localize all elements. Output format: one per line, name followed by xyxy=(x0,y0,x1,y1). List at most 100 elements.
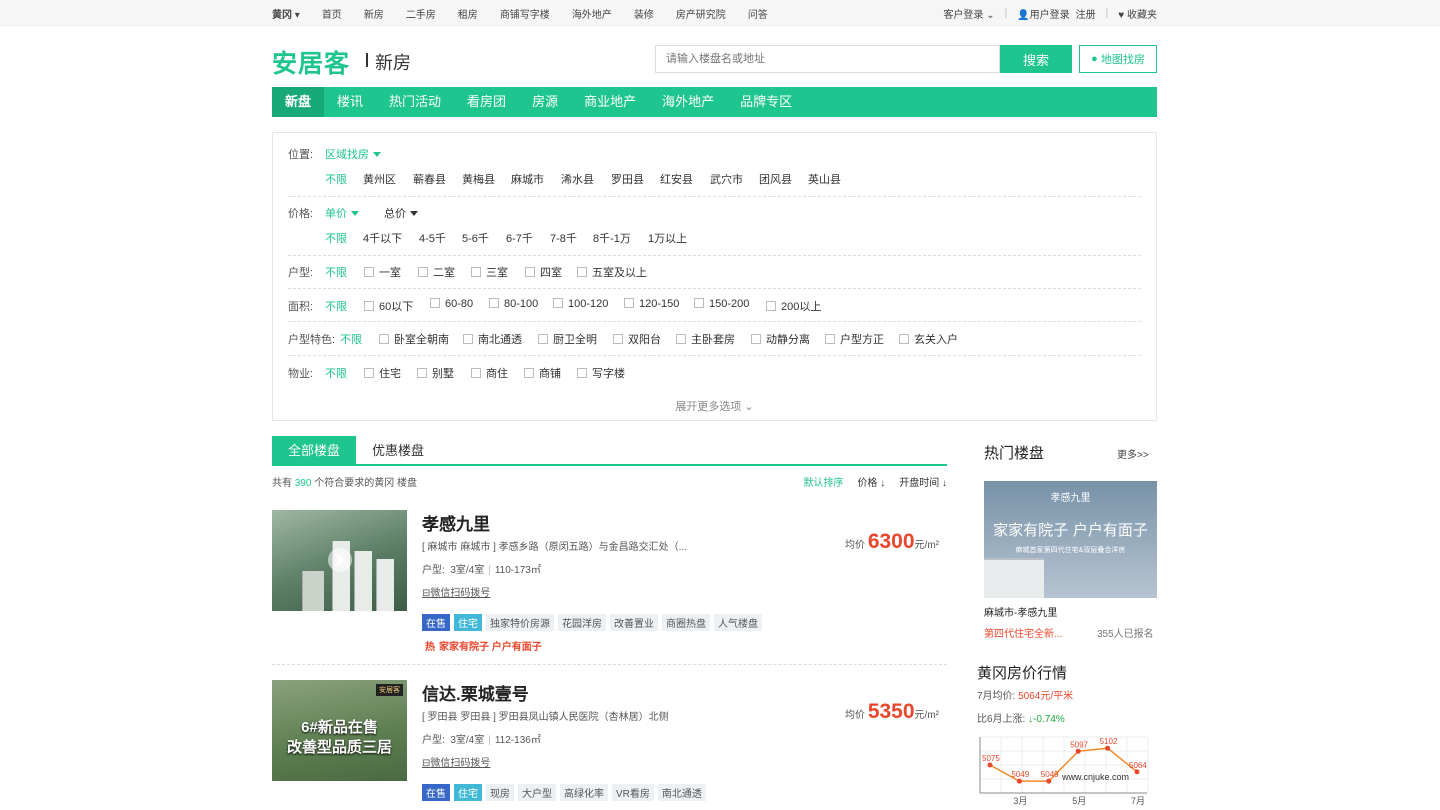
region-mode-dropdown[interactable]: 区域找房 xyxy=(325,146,381,162)
filter-option[interactable]: 黄梅县 xyxy=(462,171,495,187)
filter-option[interactable]: 玄关入户 xyxy=(899,331,958,347)
checkbox-icon[interactable] xyxy=(364,267,374,277)
filter-option[interactable]: 60以下 xyxy=(364,298,413,314)
filter-option[interactable]: 蕲春县 xyxy=(413,171,446,187)
sort-open-date[interactable]: 开盘时间 ↓ xyxy=(899,474,947,489)
filter-option[interactable]: 不限 xyxy=(340,331,362,347)
filter-option[interactable]: 不限 xyxy=(325,264,347,280)
filter-option[interactable]: 不限 xyxy=(325,230,347,246)
checkbox-icon[interactable] xyxy=(825,334,835,344)
filter-option[interactable]: 主卧套房 xyxy=(676,331,735,347)
filter-option[interactable]: 三室 xyxy=(471,264,508,280)
listing-tag[interactable]: 人气楼盘 xyxy=(714,614,762,631)
checkbox-icon[interactable] xyxy=(418,267,428,277)
hot-more-link[interactable]: 更多>> xyxy=(1117,446,1149,461)
filter-option[interactable]: 写字楼 xyxy=(577,365,625,381)
filter-option[interactable]: 团风县 xyxy=(759,171,792,187)
expand-more-link[interactable]: 展开更多选项 ⌄ xyxy=(273,398,1156,414)
hot-listing-banner[interactable]: 孝感九里 家家有院子 户户有面子 麻城首家第四代住宅&双层叠合洋房 xyxy=(984,481,1157,598)
listing-item[interactable]: 孝感九里 [ 麻城市 麻城市 ] 孝感乡路（原闵五路）与金昌路交汇处（... 户… xyxy=(272,510,947,670)
checkbox-icon[interactable] xyxy=(553,298,563,308)
filter-option[interactable]: 四室 xyxy=(525,264,562,280)
checkbox-icon[interactable] xyxy=(471,267,481,277)
filter-option[interactable]: 双阳台 xyxy=(613,331,661,347)
filter-option[interactable]: 60-80 xyxy=(430,298,473,310)
filter-option[interactable]: 南北通透 xyxy=(463,331,522,347)
filter-option[interactable]: 红安县 xyxy=(660,171,693,187)
listing-title[interactable]: 孝感九里 xyxy=(422,510,490,535)
listing-thumbnail[interactable] xyxy=(272,510,407,611)
filter-option[interactable]: 不限 xyxy=(325,298,347,314)
checkbox-icon[interactable] xyxy=(417,368,427,378)
search-button[interactable]: 搜索 xyxy=(1000,45,1072,73)
main-nav-item[interactable]: 海外地产 xyxy=(649,87,727,117)
listing-tag[interactable]: 高绿化率 xyxy=(560,784,608,801)
checkbox-icon[interactable] xyxy=(624,298,634,308)
filter-option[interactable]: 200以上 xyxy=(766,298,821,314)
filter-option[interactable]: 5-6千 xyxy=(462,230,489,246)
client-login-link[interactable]: 客户登录 ⌄ xyxy=(943,6,994,21)
main-nav-item[interactable]: 品牌专区 xyxy=(727,87,805,117)
checkbox-icon[interactable] xyxy=(471,368,481,378)
filter-option[interactable]: 商住 xyxy=(471,365,508,381)
favorites-link[interactable]: ♥ 收藏夹 xyxy=(1118,6,1157,21)
filter-option[interactable]: 二室 xyxy=(418,264,455,280)
main-nav-item[interactable]: 新盘 xyxy=(272,87,325,117)
register-link[interactable]: 注册 xyxy=(1076,6,1096,21)
filter-option[interactable]: 不限 xyxy=(325,171,347,187)
filter-option[interactable]: 商铺 xyxy=(524,365,561,381)
top-nav-link[interactable]: 问答 xyxy=(748,10,768,21)
filter-option[interactable]: 4-5千 xyxy=(419,230,446,246)
listing-tag[interactable]: VR看房 xyxy=(612,784,654,801)
sort-default[interactable]: 默认排序 xyxy=(803,474,843,489)
filter-option[interactable]: 卧室全朝南 xyxy=(379,331,449,347)
sort-price[interactable]: 价格 ↓ xyxy=(857,474,885,489)
main-nav-item[interactable]: 看房团 xyxy=(454,87,519,117)
filter-option[interactable]: 厨卫全明 xyxy=(538,331,597,347)
search-input[interactable] xyxy=(655,45,1000,73)
listing-tag[interactable]: 花园洋房 xyxy=(558,614,606,631)
tab-discount[interactable]: 优惠楼盘 xyxy=(356,436,440,466)
filter-option[interactable]: 五室及以上 xyxy=(577,264,647,280)
city-selector[interactable]: 黄冈 ▾ xyxy=(272,6,300,21)
filter-option[interactable]: 别墅 xyxy=(417,365,454,381)
unit-price-dropdown[interactable]: 单价 xyxy=(325,205,359,221)
filter-option[interactable]: 动静分离 xyxy=(751,331,810,347)
listing-item[interactable]: 安居客 6#新品在售 改善型品质三居 信达.栗城壹号 [ 罗田县 罗田县 ] 罗… xyxy=(272,680,947,810)
wechat-scan-link[interactable]: ⊟微信扫码拨号 xyxy=(422,754,490,769)
checkbox-icon[interactable] xyxy=(899,334,909,344)
filter-option[interactable]: 麻城市 xyxy=(511,171,544,187)
checkbox-icon[interactable] xyxy=(489,298,499,308)
listing-tag[interactable]: 改善置业 xyxy=(610,614,658,631)
filter-option[interactable]: 武穴市 xyxy=(710,171,743,187)
checkbox-icon[interactable] xyxy=(538,334,548,344)
logo[interactable]: 安居客 xyxy=(272,44,350,80)
checkbox-icon[interactable] xyxy=(430,298,440,308)
checkbox-icon[interactable] xyxy=(613,334,623,344)
main-nav-item[interactable]: 楼讯 xyxy=(324,87,376,117)
filter-option[interactable]: 一室 xyxy=(364,264,401,280)
filter-option[interactable]: 120-150 xyxy=(624,298,679,310)
filter-option[interactable]: 不限 xyxy=(325,365,347,381)
filter-option[interactable]: 80-100 xyxy=(489,298,538,310)
filter-option[interactable]: 4千以下 xyxy=(363,230,402,246)
filter-option[interactable]: 浠水县 xyxy=(561,171,594,187)
listing-thumbnail[interactable]: 安居客 6#新品在售 改善型品质三居 xyxy=(272,680,407,781)
top-nav-link[interactable]: 租房 xyxy=(458,10,478,21)
listing-tag[interactable]: 独家特价房源 xyxy=(486,614,554,631)
top-nav-link[interactable]: 房产研究院 xyxy=(676,10,726,21)
top-nav-link[interactable]: 首页 xyxy=(322,10,342,21)
checkbox-icon[interactable] xyxy=(524,368,534,378)
map-search-button[interactable]: ● 地图找房 xyxy=(1079,45,1157,73)
listing-tag[interactable]: 现房 xyxy=(486,784,514,801)
main-nav-item[interactable]: 热门活动 xyxy=(376,87,454,117)
checkbox-icon[interactable] xyxy=(694,298,704,308)
filter-option[interactable]: 150-200 xyxy=(694,298,749,310)
checkbox-icon[interactable] xyxy=(364,368,374,378)
filter-option[interactable]: 7-8千 xyxy=(550,230,577,246)
total-price-dropdown[interactable]: 总价 xyxy=(384,205,418,221)
top-nav-link[interactable]: 海外地产 xyxy=(572,10,612,21)
wechat-scan-link[interactable]: ⊟微信扫码拨号 xyxy=(422,584,490,599)
filter-option[interactable]: 黄州区 xyxy=(363,171,396,187)
top-nav-link[interactable]: 二手房 xyxy=(406,10,436,21)
